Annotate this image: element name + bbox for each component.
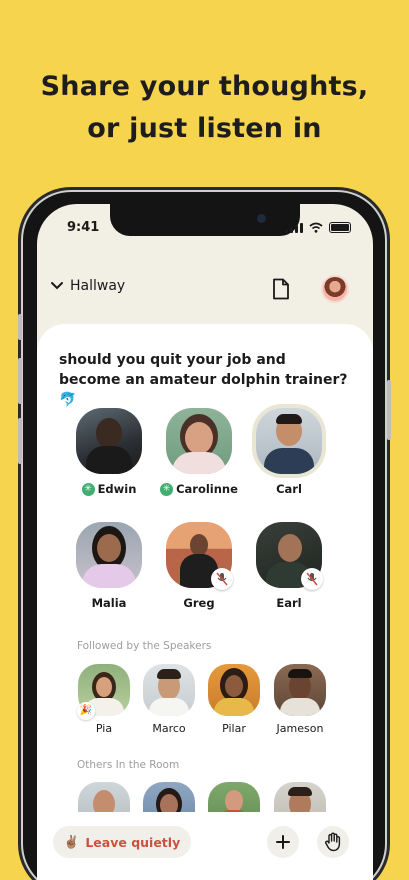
leave-quietly-button[interactable]: ✌🏽 Leave quietly: [53, 826, 191, 858]
others-section-label: Others In the Room: [77, 759, 180, 771]
muted-mic-icon: [211, 568, 233, 590]
phone-side-button: [18, 314, 22, 340]
listener-name: Jameson: [276, 722, 324, 735]
notch: [110, 204, 300, 236]
speaker-name: Greg: [183, 596, 215, 610]
profile-avatar[interactable]: [321, 275, 349, 303]
speaker-name: Carolinne: [176, 482, 238, 496]
avatar: [256, 408, 322, 474]
avatar: [274, 664, 326, 716]
headline-line-1: Share your thoughts,: [40, 71, 369, 102]
speaker-edwin[interactable]: ✳ Edwin: [69, 408, 149, 496]
listener-marco[interactable]: Marco: [140, 664, 198, 735]
battery-icon: [329, 222, 351, 233]
new-user-icon: 🎉: [77, 702, 95, 720]
hallway-label: Hallway: [70, 278, 126, 294]
speaker-carolinne[interactable]: ✳ Carolinne: [159, 408, 239, 496]
document-icon[interactable]: [272, 278, 290, 300]
phone-side-button: [387, 380, 391, 440]
plus-icon: [276, 835, 290, 849]
muted-mic-icon: [301, 568, 323, 590]
avatar: [143, 664, 195, 716]
chevron-down-icon: [51, 282, 63, 290]
headline: Share your thoughts, or just listen in: [0, 66, 409, 150]
avatar: [76, 522, 142, 588]
listener-name: Pilar: [222, 722, 246, 735]
speaker-malia[interactable]: Malia: [69, 522, 149, 610]
headline-line-2: or just listen in: [87, 113, 322, 144]
speaker-greg[interactable]: Greg: [159, 522, 239, 610]
speaker-name: Malia: [91, 596, 127, 610]
camera-icon: [257, 214, 266, 223]
avatar: [208, 664, 260, 716]
add-button[interactable]: [267, 826, 299, 858]
moderator-badge-icon: ✳: [160, 482, 174, 496]
hand-icon: [325, 832, 341, 852]
speaker-name: Carl: [276, 482, 302, 496]
status-time: 9:41: [67, 220, 100, 235]
leave-quietly-label: Leave quietly: [85, 834, 181, 850]
listener-pilar[interactable]: Pilar: [205, 664, 263, 735]
listener-name: Pia: [95, 722, 113, 735]
speaker-name: Earl: [276, 596, 302, 610]
top-bar: Hallway: [37, 274, 373, 308]
followed-section-label: Followed by the Speakers: [77, 640, 212, 652]
speaker-name: Edwin: [97, 482, 137, 496]
raise-hand-button[interactable]: [317, 826, 349, 858]
speaker-earl[interactable]: Earl: [249, 522, 329, 610]
listener-pia[interactable]: 🎉 Pia: [75, 664, 133, 735]
room-card: should you quit your job and become an a…: [37, 324, 373, 880]
avatar: [76, 408, 142, 474]
phone-screen: 9:41 Hallway should you quit your job an…: [37, 204, 373, 880]
bottom-action-bar: ✌🏽 Leave quietly: [37, 812, 373, 880]
room-topic: should you quit your job and become an a…: [59, 352, 348, 408]
avatar: [166, 408, 232, 474]
signal-icon: [285, 223, 303, 233]
peace-hand-icon: ✌🏽: [63, 834, 80, 849]
phone-side-button: [18, 418, 22, 464]
wifi-icon: [309, 222, 323, 233]
moderator-badge-icon: ✳: [81, 482, 95, 496]
hallway-back-button[interactable]: Hallway: [50, 278, 125, 294]
listener-jameson[interactable]: Jameson: [271, 664, 329, 735]
status-icons: [285, 222, 351, 233]
listener-name: Marco: [152, 722, 186, 735]
phone-side-button: [18, 358, 22, 404]
speaker-carl[interactable]: Carl: [249, 408, 329, 496]
